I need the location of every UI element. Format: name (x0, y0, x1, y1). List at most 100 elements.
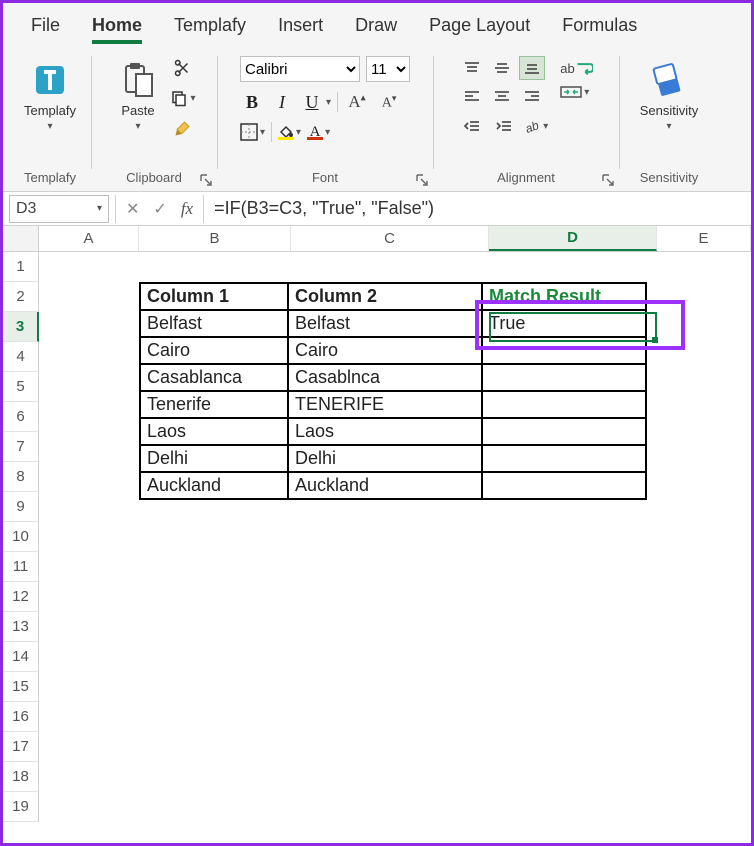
wrap-text-button[interactable]: ab (560, 56, 592, 80)
table-cell[interactable] (482, 418, 646, 445)
col-header-C[interactable]: C (291, 226, 489, 251)
align-bottom-button[interactable] (519, 56, 545, 80)
fill-color-button[interactable]: ▾ (278, 125, 301, 140)
insert-function-button[interactable]: fx (181, 199, 193, 219)
row-header-5[interactable]: 5 (3, 372, 39, 402)
align-right-button[interactable] (519, 84, 545, 108)
cell-grid[interactable]: Column 1 Column 2 Match Result BelfastBe… (39, 252, 751, 822)
name-box[interactable]: D3 ▾ (9, 195, 109, 223)
row-header-19[interactable]: 19 (3, 792, 39, 822)
col-header-B[interactable]: B (139, 226, 291, 251)
table-cell[interactable]: Cairo (140, 337, 288, 364)
row-header-1[interactable]: 1 (3, 252, 39, 282)
row-header-17[interactable]: 17 (3, 732, 39, 762)
orientation-button[interactable]: ab▾ (523, 118, 548, 134)
row-header-2[interactable]: 2 (3, 282, 39, 312)
col-header-E[interactable]: E (657, 226, 751, 251)
row-header-18[interactable]: 18 (3, 762, 39, 792)
cut-button[interactable] (170, 56, 196, 80)
align-left-button[interactable] (459, 84, 485, 108)
tab-formulas[interactable]: Formulas (546, 9, 653, 46)
excel-window: { "tabs": { "items": ["File","Home","Tem… (0, 0, 754, 846)
group-font: Calibri 11 B I U▾ A▴ A▾ ▾ (217, 50, 433, 191)
table-cell[interactable]: TENERIFE (288, 391, 482, 418)
table-cell[interactable]: Auckland (140, 472, 288, 499)
table-cell[interactable]: Casablanca (140, 364, 288, 391)
table-cell[interactable]: Delhi (288, 445, 482, 472)
increase-indent-button[interactable] (491, 114, 517, 138)
tab-page-layout[interactable]: Page Layout (413, 9, 546, 46)
tab-insert[interactable]: Insert (262, 9, 339, 46)
tab-draw[interactable]: Draw (339, 9, 413, 46)
table-cell[interactable]: Laos (288, 418, 482, 445)
enter-formula-button[interactable]: ✓ (153, 199, 166, 219)
table-cell[interactable] (482, 472, 646, 499)
format-painter-button[interactable] (170, 116, 196, 140)
paste-icon (118, 60, 158, 100)
tab-file[interactable]: File (15, 9, 76, 46)
decrease-font-button[interactable]: A▾ (376, 90, 402, 114)
font-size-select[interactable]: 11 (366, 56, 410, 82)
table-cell[interactable]: Auckland (288, 472, 482, 499)
table-cell[interactable]: Tenerife (140, 391, 288, 418)
font-launcher[interactable] (415, 173, 429, 187)
templafy-button[interactable]: Templafy▾ (18, 56, 82, 137)
align-middle-button[interactable] (489, 56, 515, 80)
alignment-launcher[interactable] (601, 173, 615, 187)
table-cell[interactable]: Delhi (140, 445, 288, 472)
col-header-A[interactable]: A (39, 226, 139, 251)
row-header-14[interactable]: 14 (3, 642, 39, 672)
table-cell[interactable] (482, 364, 646, 391)
row-header-16[interactable]: 16 (3, 702, 39, 732)
clipboard-launcher[interactable] (199, 173, 213, 187)
font-color-button[interactable]: A ▾ (307, 125, 330, 140)
templafy-icon (30, 60, 70, 100)
group-label-templafy: Templafy (15, 168, 85, 189)
row-header-7[interactable]: 7 (3, 432, 39, 462)
font-name-select[interactable]: Calibri (240, 56, 360, 82)
decrease-indent-button[interactable] (459, 114, 485, 138)
paste-button[interactable]: Paste▾ (112, 56, 164, 137)
copy-button[interactable]: ▾ (170, 86, 196, 110)
svg-text:ab: ab (524, 118, 542, 134)
align-top-button[interactable] (459, 56, 485, 80)
formula-input[interactable]: =IF(B3=C3, "True", "False") (204, 198, 751, 219)
ribbon: Templafy▾ Templafy Paste▾ ▾ (3, 46, 751, 192)
row-header-13[interactable]: 13 (3, 612, 39, 642)
fill-handle[interactable] (652, 337, 658, 343)
row-header-12[interactable]: 12 (3, 582, 39, 612)
table-cell[interactable]: Casablnca (288, 364, 482, 391)
increase-font-button[interactable]: A▴ (344, 90, 370, 114)
table-cell[interactable] (482, 337, 646, 364)
select-all-corner[interactable] (3, 226, 39, 251)
tab-templafy[interactable]: Templafy (158, 9, 262, 46)
row-header-11[interactable]: 11 (3, 552, 39, 582)
merge-center-button[interactable]: ▾ (560, 84, 592, 100)
group-label-sensitivity: Sensitivity (625, 168, 713, 189)
row-header-6[interactable]: 6 (3, 402, 39, 432)
table-cell[interactable] (482, 445, 646, 472)
group-label-clipboard: Clipboard (97, 168, 211, 189)
bold-button[interactable]: B (240, 90, 264, 114)
row-header-4[interactable]: 4 (3, 342, 39, 372)
table-cell[interactable]: Cairo (288, 337, 482, 364)
sensitivity-button[interactable]: Sensitivity▾ (634, 56, 705, 137)
table-cell[interactable]: True (482, 310, 646, 337)
row-header-15[interactable]: 15 (3, 672, 39, 702)
row-header-10[interactable]: 10 (3, 522, 39, 552)
tab-home[interactable]: Home (76, 9, 158, 46)
col-header-D[interactable]: D (489, 226, 657, 251)
table-row: CairoCairo (140, 337, 646, 364)
table-cell[interactable]: Belfast (288, 310, 482, 337)
align-center-button[interactable] (489, 84, 515, 108)
row-header-8[interactable]: 8 (3, 462, 39, 492)
table-cell[interactable]: Belfast (140, 310, 288, 337)
underline-button[interactable]: U▾ (300, 90, 331, 114)
italic-button[interactable]: I (270, 90, 294, 114)
borders-button[interactable]: ▾ (240, 123, 265, 141)
table-cell[interactable] (482, 391, 646, 418)
row-header-9[interactable]: 9 (3, 492, 39, 522)
cancel-formula-button[interactable]: ✕ (126, 199, 139, 219)
table-cell[interactable]: Laos (140, 418, 288, 445)
row-header-3[interactable]: 3 (3, 312, 39, 342)
